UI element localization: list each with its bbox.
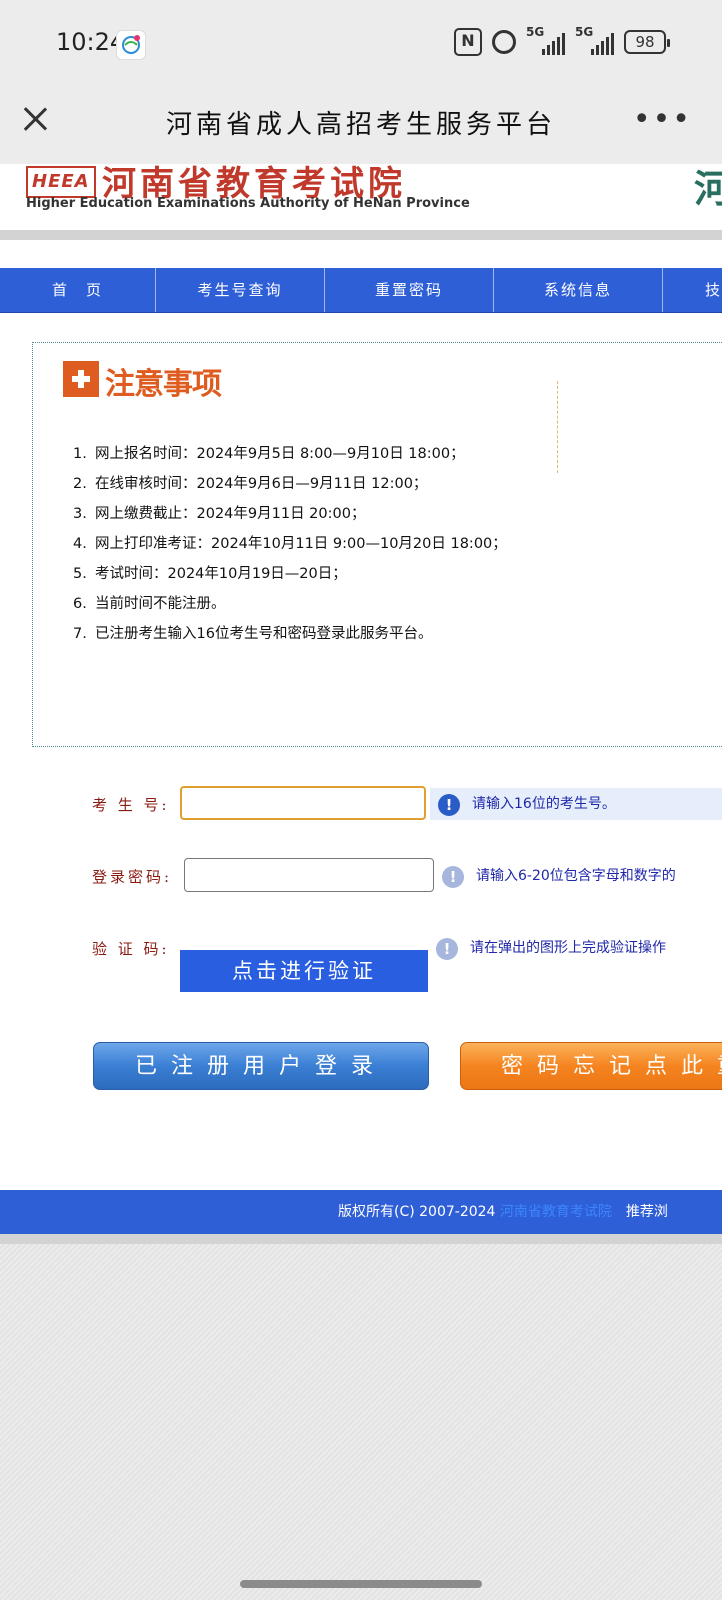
battery-icon: 98 <box>624 30 670 54</box>
network-type-label: 5G <box>575 25 594 39</box>
notice-divider <box>557 381 558 473</box>
mobile-carrier-icon <box>116 30 146 60</box>
nav-bar: 首 页 考生号查询 重置密码 系统信息 技 <box>0 268 722 313</box>
password-hint: 请输入6-20位包含字母和数字的 <box>476 868 676 884</box>
notice-item: 2. 在线审核时间：2024年9月6日—9月11日 12:00； <box>73 476 428 492</box>
captcha-hint: 请在弹出的图形上完成验证操作 <box>470 940 666 956</box>
notice-title: 注意事项 <box>105 367 222 402</box>
window-title: 河南省成人高招考生服务平台 <box>165 110 556 140</box>
status-time: 10:24 <box>56 28 126 56</box>
notice-item: 4. 网上打印准考证：2024年10月11日 9:00—10月20日 18:00； <box>73 536 507 552</box>
verify-button[interactable]: 点击进行验证 <box>180 950 428 992</box>
footer: 版权所有(C) 2007-2024 河南省教育考试院 推荐浏 <box>0 1190 722 1234</box>
recommend-text: 推荐浏 <box>611 1204 668 1220</box>
copyright-text: 版权所有(C) 2007-2024 <box>338 1204 500 1220</box>
status-icons: N 5G 5G 98 <box>454 25 670 56</box>
notice-list: 1. 网上报名时间：2024年9月5日 8:00—9月10日 18:00； 2. 在… <box>73 439 507 649</box>
notice-item: 6. 当前时间不能注册。 <box>73 596 226 612</box>
nav-item-home[interactable]: 首 页 <box>0 268 156 312</box>
info-icon: ! <box>436 938 458 960</box>
status-bar: 10:24 N 5G 5G 98 <box>0 0 722 88</box>
notice-item: 5. 考试时间：2024年10月19日—20日； <box>73 566 347 582</box>
login-button[interactable]: 已注册用户登录 <box>93 1042 429 1090</box>
footer-org-link[interactable]: 河南省教育考试院 <box>500 1204 612 1220</box>
right-logo: 河 <box>694 167 722 211</box>
forgot-password-button[interactable]: 密码忘记点此重 <box>460 1042 722 1090</box>
network-type-label: 5G <box>526 25 545 39</box>
signal-icon: 5G <box>526 25 565 55</box>
notice-item: 1. 网上报名时间：2024年9月5日 8:00—9月10日 18:00； <box>73 446 465 462</box>
signal-icon: 5G <box>575 25 614 55</box>
footer-divider <box>0 1234 722 1244</box>
notice-panel: 注意事项 1. 网上报名时间：2024年9月5日 8:00—9月10日 18:00… <box>32 342 722 747</box>
info-icon: ! <box>438 794 460 816</box>
nav-item-reset-password[interactable]: 重置密码 <box>325 268 494 312</box>
alarm-icon <box>492 30 516 54</box>
exam-id-input[interactable] <box>180 786 426 820</box>
footer-text: 版权所有(C) 2007-2024 河南省教育考试院 推荐浏 <box>338 1190 668 1234</box>
web-page: HEEA 河南省教育考试院 Higher Education Examinati… <box>0 164 722 1244</box>
notice-item: 3. 网上缴费截止：2024年9月11日 20:00； <box>73 506 366 522</box>
nfc-icon: N <box>454 28 482 56</box>
more-options-icon[interactable]: ••• <box>633 105 692 135</box>
password-input[interactable] <box>184 858 434 892</box>
nav-item-more[interactable]: 技 <box>663 268 722 312</box>
plus-icon <box>63 361 99 397</box>
captcha-label: 验 证 码: <box>92 940 170 958</box>
exam-id-hint: 请输入16位的考生号。 <box>430 788 722 820</box>
header-divider <box>0 230 722 240</box>
org-name-en: Higher Education Examinations Authority … <box>26 196 470 211</box>
notice-item: 7. 已注册考生输入16位考生号和密码登录此服务平台。 <box>73 626 433 642</box>
heea-logo: HEEA <box>26 166 96 198</box>
empty-background <box>0 1244 722 1600</box>
info-icon: ! <box>442 866 464 888</box>
exam-id-label: 考 生 号: <box>92 796 170 814</box>
nav-item-system-info[interactable]: 系统信息 <box>494 268 663 312</box>
nav-item-exam-id-query[interactable]: 考生号查询 <box>156 268 325 312</box>
home-indicator[interactable] <box>240 1580 482 1588</box>
password-label: 登录密码: <box>92 868 173 886</box>
